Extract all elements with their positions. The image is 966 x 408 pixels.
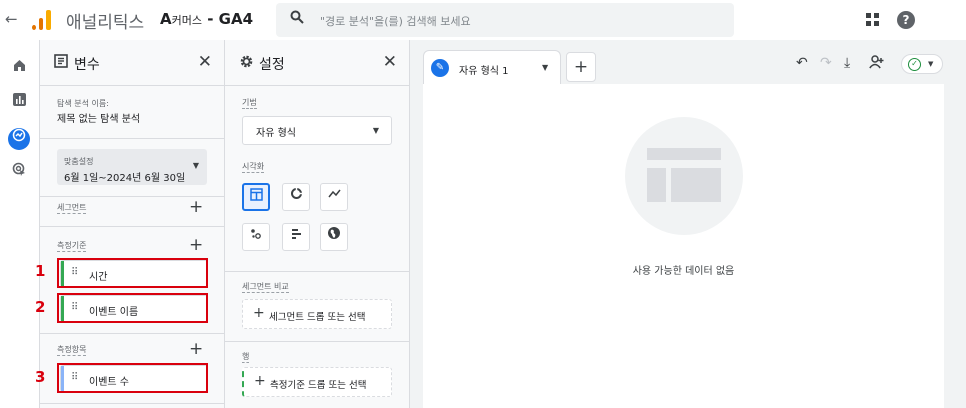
chevron-down-icon: ▼ — [372, 126, 379, 135]
chevron-down-icon: ▼ — [192, 161, 199, 170]
settings-panel: 설정 ✕ 기법 자유 형식 ▼ 시각화 세그먼트 비교 + 세그먼트 드롭 또는… — [224, 40, 409, 408]
gear-icon — [239, 54, 254, 73]
add-dimension-icon[interactable]: + — [189, 235, 203, 255]
plus-icon: + — [254, 373, 266, 389]
variables-icon — [54, 54, 68, 72]
empty-state-message: 사용 가능한 데이터 없음 — [632, 266, 735, 277]
rows-drop-zone[interactable]: + 측정기준 드롭 또는 선택 — [242, 367, 392, 397]
annotation-number: 3 — [35, 368, 46, 386]
dimensions-label: 측정기준 — [57, 241, 87, 252]
apps-grid-icon[interactable] — [866, 13, 880, 27]
share-person-icon[interactable] — [869, 55, 885, 73]
scatter-chart-icon[interactable] — [242, 223, 270, 251]
close-icon[interactable]: ✕ — [198, 52, 212, 72]
tab-bar: ✎ 자유 형식 1 ▼ + ↶ ↷ ⤓ ✓ ▼ — [423, 50, 966, 84]
annotation-box — [57, 258, 208, 288]
exploration-name[interactable]: 제목 없는 탐색 분석 — [57, 110, 140, 125]
back-arrow-icon[interactable]: ← — [5, 10, 18, 28]
technique-label: 기법 — [242, 98, 257, 109]
help-icon[interactable]: ? — [897, 11, 915, 29]
tab-freeform[interactable]: ✎ 자유 형식 1 ▼ — [423, 50, 561, 84]
add-segment-icon[interactable]: + — [189, 197, 203, 217]
chevron-down-icon[interactable]: ▼ — [542, 63, 548, 72]
table-viz-icon[interactable] — [242, 183, 270, 211]
annotation-number: 2 — [35, 298, 46, 316]
technique-select[interactable]: 자유 형식 ▼ — [242, 116, 392, 145]
date-range-selector[interactable]: 맞춤설정 6월 1일~2024년 6월 30일 ▼ — [57, 149, 207, 185]
search-bar[interactable]: "경로 분석"을(를) 검색해 보세요 — [276, 3, 734, 37]
empty-table-icon — [625, 117, 743, 235]
variables-header: 변수 ✕ — [40, 40, 224, 86]
home-icon[interactable] — [8, 58, 30, 80]
settings-header: 설정 ✕ — [225, 40, 409, 86]
top-bar: ← 애널리틱스 A커머스 - GA4 "경로 분석"을(를) 검색해 보세요 ? — [0, 0, 966, 40]
status-menu[interactable]: ✓ ▼ — [901, 54, 943, 74]
line-chart-icon[interactable] — [320, 183, 348, 211]
metrics-label: 측정항목 — [57, 345, 87, 356]
add-tab-button[interactable]: + — [566, 52, 596, 82]
settings-title: 설정 — [259, 57, 285, 73]
close-icon[interactable]: ✕ — [383, 52, 397, 72]
search-icon — [290, 10, 304, 28]
undo-icon[interactable]: ↶ — [796, 55, 808, 71]
search-placeholder: "경로 분석"을(를) 검색해 보세요 — [320, 15, 471, 28]
variables-panel: 변수 ✕ 탐색 분석 이름: 제목 없는 탐색 분석 맞춤설정 6월 1일~20… — [39, 40, 224, 408]
annotation-box — [57, 363, 208, 393]
check-circle-icon: ✓ — [908, 58, 921, 71]
segment-compare-label: 세그먼트 비교 — [242, 282, 289, 293]
segments-label: 세그먼트 — [57, 203, 87, 214]
edit-pencil-icon[interactable]: ✎ — [431, 59, 449, 77]
plus-icon: + — [253, 305, 265, 321]
left-nav-rail — [0, 40, 39, 408]
geo-map-icon[interactable] — [320, 223, 348, 251]
property-selector[interactable]: A커머스 - GA4 — [160, 10, 253, 28]
app-title: 애널리틱스 — [66, 13, 145, 33]
redo-icon[interactable]: ↷ — [820, 55, 832, 71]
annotation-box — [57, 293, 208, 323]
visualization-label: 시각화 — [242, 162, 265, 173]
analytics-logo-icon — [32, 10, 52, 30]
exploration-canvas: 사용 가능한 데이터 없음 — [423, 84, 944, 408]
chevron-down-icon: ▼ — [928, 60, 934, 68]
annotation-number: 1 — [35, 262, 46, 280]
download-icon[interactable]: ⤓ — [844, 55, 850, 71]
variables-title: 변수 — [74, 57, 100, 73]
explore-icon[interactable] — [8, 128, 30, 150]
donut-chart-icon[interactable] — [282, 183, 310, 211]
reports-icon[interactable] — [8, 92, 30, 114]
segment-drop-zone[interactable]: + 세그먼트 드롭 또는 선택 — [242, 299, 392, 329]
exploration-name-label: 탐색 분석 이름: — [57, 99, 109, 108]
add-metric-icon[interactable]: + — [189, 339, 203, 359]
advertising-icon[interactable] — [8, 162, 30, 184]
rows-label: 행 — [242, 352, 250, 363]
bar-chart-icon[interactable] — [282, 223, 310, 251]
